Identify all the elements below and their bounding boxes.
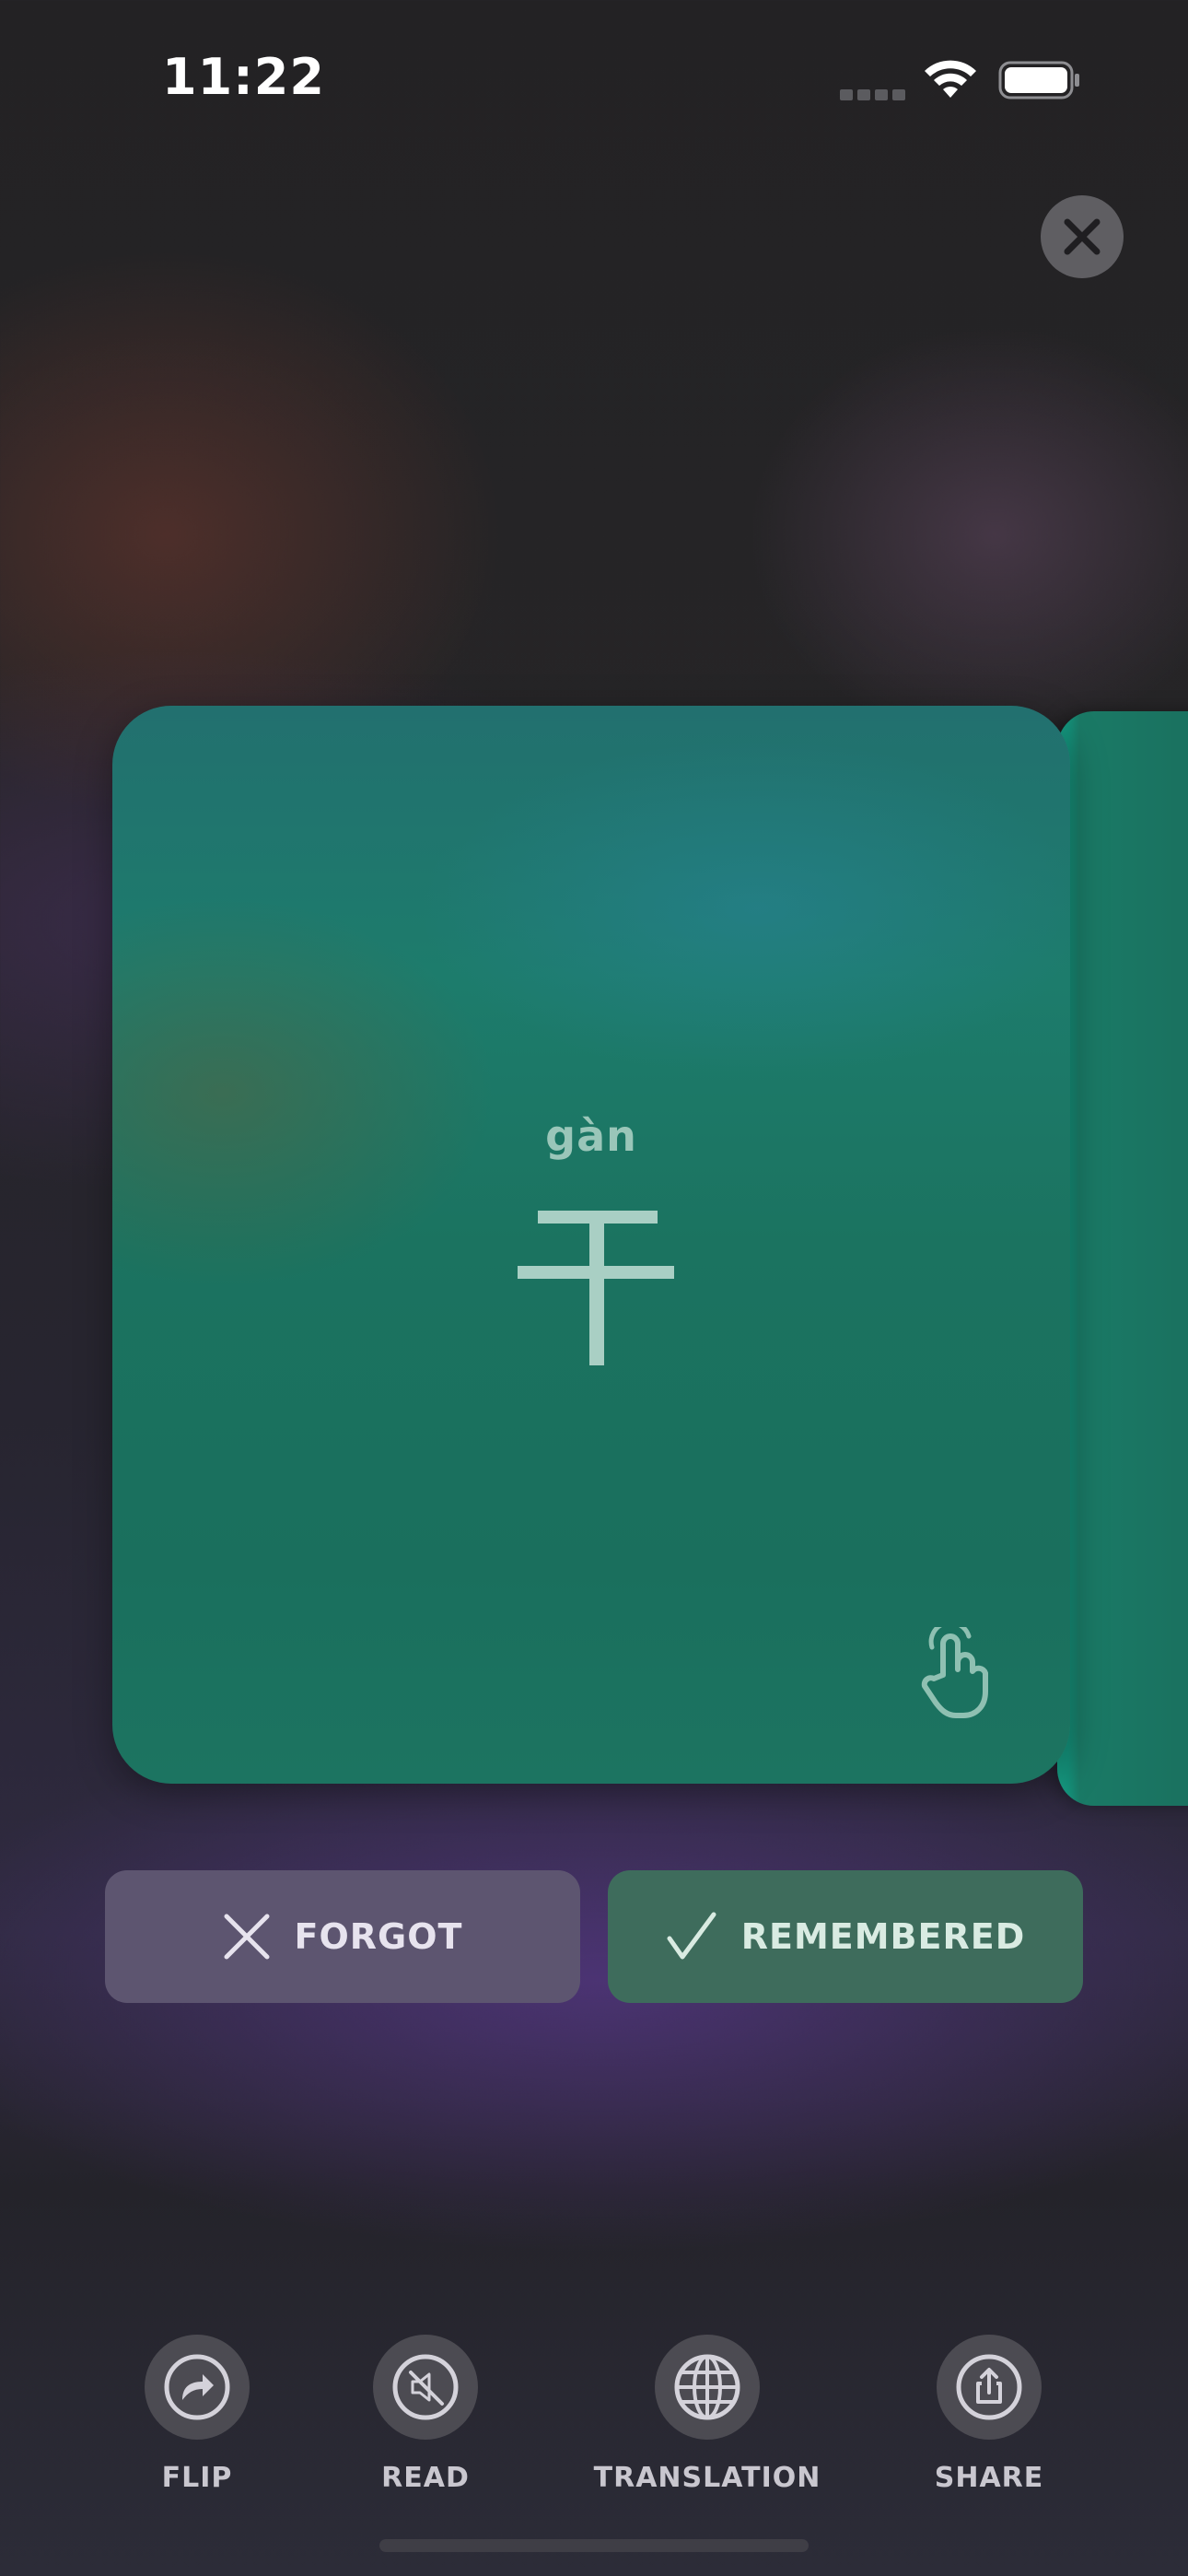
remembered-button[interactable]: REMEMBERED (608, 1870, 1083, 2003)
close-icon (1064, 218, 1101, 255)
flip-button[interactable]: FLIP (77, 2335, 317, 2494)
next-flashcard[interactable] (1057, 711, 1188, 1806)
globe-icon (674, 2354, 740, 2420)
wifi-icon (925, 60, 976, 98)
share-label: SHARE (934, 2462, 1044, 2494)
remembered-label: REMEMBERED (740, 1916, 1026, 1957)
read-label: READ (381, 2462, 470, 2494)
card-character (518, 1211, 674, 1365)
read-circle (373, 2335, 478, 2440)
card-pinyin: gàn (545, 1111, 637, 1161)
flip-circle (145, 2335, 250, 2440)
share-button[interactable]: SHARE (869, 2335, 1109, 2494)
close-button[interactable] (1041, 195, 1124, 278)
translation-label: TRANSLATION (593, 2462, 821, 2494)
tap-hand-icon (921, 1627, 988, 1718)
cellular-signal-icon (840, 87, 910, 104)
translation-button[interactable]: TRANSLATION (588, 2335, 827, 2494)
flip-label: FLIP (161, 2462, 233, 2494)
translation-circle (655, 2335, 760, 2440)
checkmark-icon (667, 1912, 716, 1960)
status-bar: 11:22 (0, 0, 1188, 157)
share-icon (956, 2354, 1022, 2420)
status-time: 11:22 (162, 48, 325, 106)
flashcard[interactable]: gàn (112, 706, 1070, 1784)
speaker-muted-icon (392, 2354, 459, 2420)
cross-icon (224, 1914, 270, 1960)
flip-arrow-icon (164, 2354, 230, 2420)
share-circle (937, 2335, 1042, 2440)
read-button[interactable]: READ (306, 2335, 545, 2494)
battery-icon (998, 61, 1079, 100)
home-indicator[interactable] (379, 2539, 809, 2552)
forgot-label: FORGOT (294, 1916, 463, 1957)
forgot-button[interactable]: FORGOT (105, 1870, 580, 2003)
